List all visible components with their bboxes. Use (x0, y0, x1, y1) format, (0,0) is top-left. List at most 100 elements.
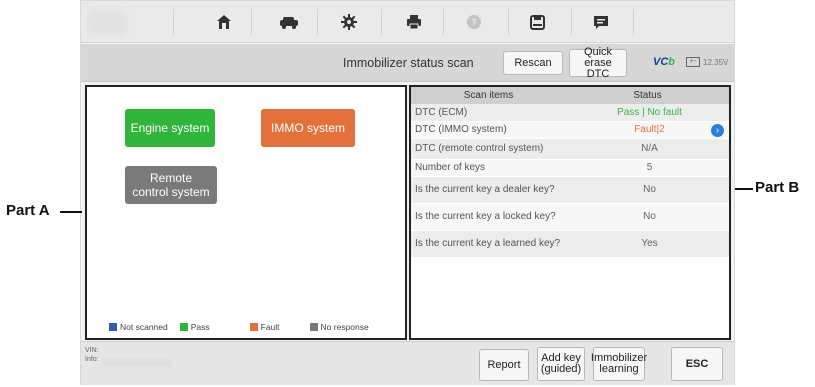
toolbar-divider (443, 9, 444, 35)
legend-item: Not scanned (109, 322, 168, 332)
legend-label: Fault (260, 322, 280, 332)
status-cell: Pass | No fault (566, 104, 729, 122)
part-b-label: Part B (755, 179, 800, 196)
status-value: No (643, 211, 656, 222)
scan-item-cell: Number of keys (411, 159, 566, 177)
table-row[interactable]: DTC (ECM) Pass | No fault (411, 104, 729, 122)
toolbar-divider (251, 9, 252, 35)
message-icon[interactable] (583, 10, 619, 34)
engine-system-label: Engine system (130, 121, 210, 135)
svg-text:?: ? (471, 18, 476, 29)
scan-item-cell: DTC (IMMO system) (411, 121, 566, 139)
vin-value-redacted (103, 359, 171, 367)
legend-item: No response (309, 322, 369, 332)
legend-label: Pass (190, 322, 210, 332)
rescan-button[interactable]: Rescan (503, 51, 563, 75)
scan-item-cell: DTC (remote control system) (411, 138, 566, 160)
report-button[interactable]: Report (479, 349, 529, 381)
status-cell: No (566, 176, 729, 204)
engine-system-button[interactable]: Engine system (125, 109, 215, 147)
remote-control-system-button[interactable]: Remote control system (125, 166, 217, 204)
vin-label: VIN: (85, 347, 99, 354)
status-legend: Not scanned Pass Fault No response (109, 322, 369, 332)
brand-logo (87, 11, 127, 35)
status-cell: 5 (566, 159, 729, 177)
esc-button[interactable]: ESC (671, 347, 723, 381)
remote-system-label-line1: Remote (149, 171, 193, 185)
immo-system-button[interactable]: IMMO system (261, 109, 355, 147)
status-value: N/A (641, 143, 658, 154)
status-value: No (643, 184, 656, 195)
toolbar-divider (633, 9, 634, 35)
system-map-panel: Engine system IMMO system Remote control… (85, 85, 407, 340)
voltage-readout: 12.35V (703, 58, 729, 67)
scan-item-cell: DTC (ECM) (411, 104, 566, 122)
immo-system-label: IMMO system (271, 121, 345, 135)
vehicle-icon[interactable] (271, 10, 307, 34)
info-label: Info: (85, 356, 99, 363)
toolbar-divider (173, 9, 174, 35)
fault-details-icon[interactable]: › (711, 123, 724, 137)
status-cell: Fault|2 › (566, 121, 729, 139)
help-icon: ? (456, 10, 492, 34)
toolbar-divider (317, 9, 318, 35)
home-icon[interactable] (206, 10, 242, 34)
remote-system-label-line2: control system (132, 185, 210, 199)
scan-results-table: Scan items Status DTC (ECM) Pass | No fau… (411, 87, 729, 258)
table-row[interactable]: Number of keys 5 (411, 159, 729, 177)
table-row[interactable]: Is the current key a learned key? Yes (411, 230, 729, 258)
toolbar-divider (381, 9, 382, 35)
toolbar-divider (508, 9, 509, 35)
legend-swatch-not-scanned (109, 323, 117, 331)
top-toolbar: ? (81, 1, 734, 43)
bottom-bar: VIN: Info: Report Add key (guided) Immob… (81, 341, 734, 385)
status-value: Yes (641, 238, 658, 249)
scan-item-cell: Is the current key a dealer key? (411, 176, 566, 204)
immo-learning-line2: learning (599, 363, 639, 375)
vci-suffix: b (668, 56, 676, 68)
part-a-leader-line (60, 211, 82, 213)
toolbar-divider (571, 9, 572, 35)
legend-label: Not scanned (120, 322, 168, 332)
legend-item: Fault (249, 322, 280, 332)
immobilizer-screen: ? Immobilizer status scan Rescan Quick e… (80, 0, 735, 385)
status-value: 5 (646, 162, 653, 173)
part-a-label: Part A (6, 202, 50, 219)
quick-erase-dtc-button[interactable]: Quick erase DTC (569, 45, 627, 80)
status-cell: Yes (566, 230, 729, 258)
legend-label: No response (320, 322, 369, 332)
table-row[interactable]: DTC (IMMO system) Fault|2 › (411, 121, 729, 139)
legend-swatch-pass (179, 323, 188, 331)
print-icon[interactable] (396, 10, 432, 34)
status-value: Fault|2 (634, 124, 665, 135)
part-b-leader-line (735, 188, 753, 190)
table-row[interactable]: Is the current key a locked key? No (411, 203, 729, 231)
add-key-line2: (guided) (540, 363, 582, 375)
immobilizer-learning-button[interactable]: Immobilizer learning (591, 347, 647, 381)
vci-label: VC (653, 56, 669, 68)
legend-item: Pass (179, 322, 210, 332)
gear-icon[interactable] (331, 10, 367, 34)
vci-status-indicator: VCb (653, 56, 675, 68)
table-row[interactable]: Is the current key a dealer key? No (411, 176, 729, 204)
quick-erase-line1: Quick erase (583, 45, 613, 69)
vin-info-block: VIN: Info: (85, 346, 99, 364)
status-cell: N/A (566, 138, 729, 160)
column-header-status: Status (566, 87, 729, 104)
scan-item-cell: Is the current key a locked key? (411, 203, 566, 231)
battery-icon: +- (686, 57, 700, 67)
title-bar: Immobilizer status scan Rescan Quick era… (81, 44, 734, 82)
column-header-scan-items: Scan items (411, 87, 566, 104)
legend-swatch-fault (249, 323, 258, 331)
scan-results-panel: Scan items Status DTC (ECM) Pass | No fau… (409, 85, 731, 340)
scan-item-cell: Is the current key a learned key? (411, 230, 566, 258)
quick-erase-line2: DTC (586, 67, 610, 80)
save-icon[interactable] (519, 10, 555, 34)
table-row[interactable]: DTC (remote control system) N/A (411, 138, 729, 160)
status-cell: No (566, 203, 729, 231)
status-value: Pass | No fault (617, 106, 682, 118)
table-header-row: Scan items Status (411, 87, 729, 104)
page-title: Immobilizer status scan (343, 56, 474, 70)
add-key-guided-button[interactable]: Add key (guided) (537, 347, 585, 381)
legend-swatch-no-response (309, 323, 318, 331)
